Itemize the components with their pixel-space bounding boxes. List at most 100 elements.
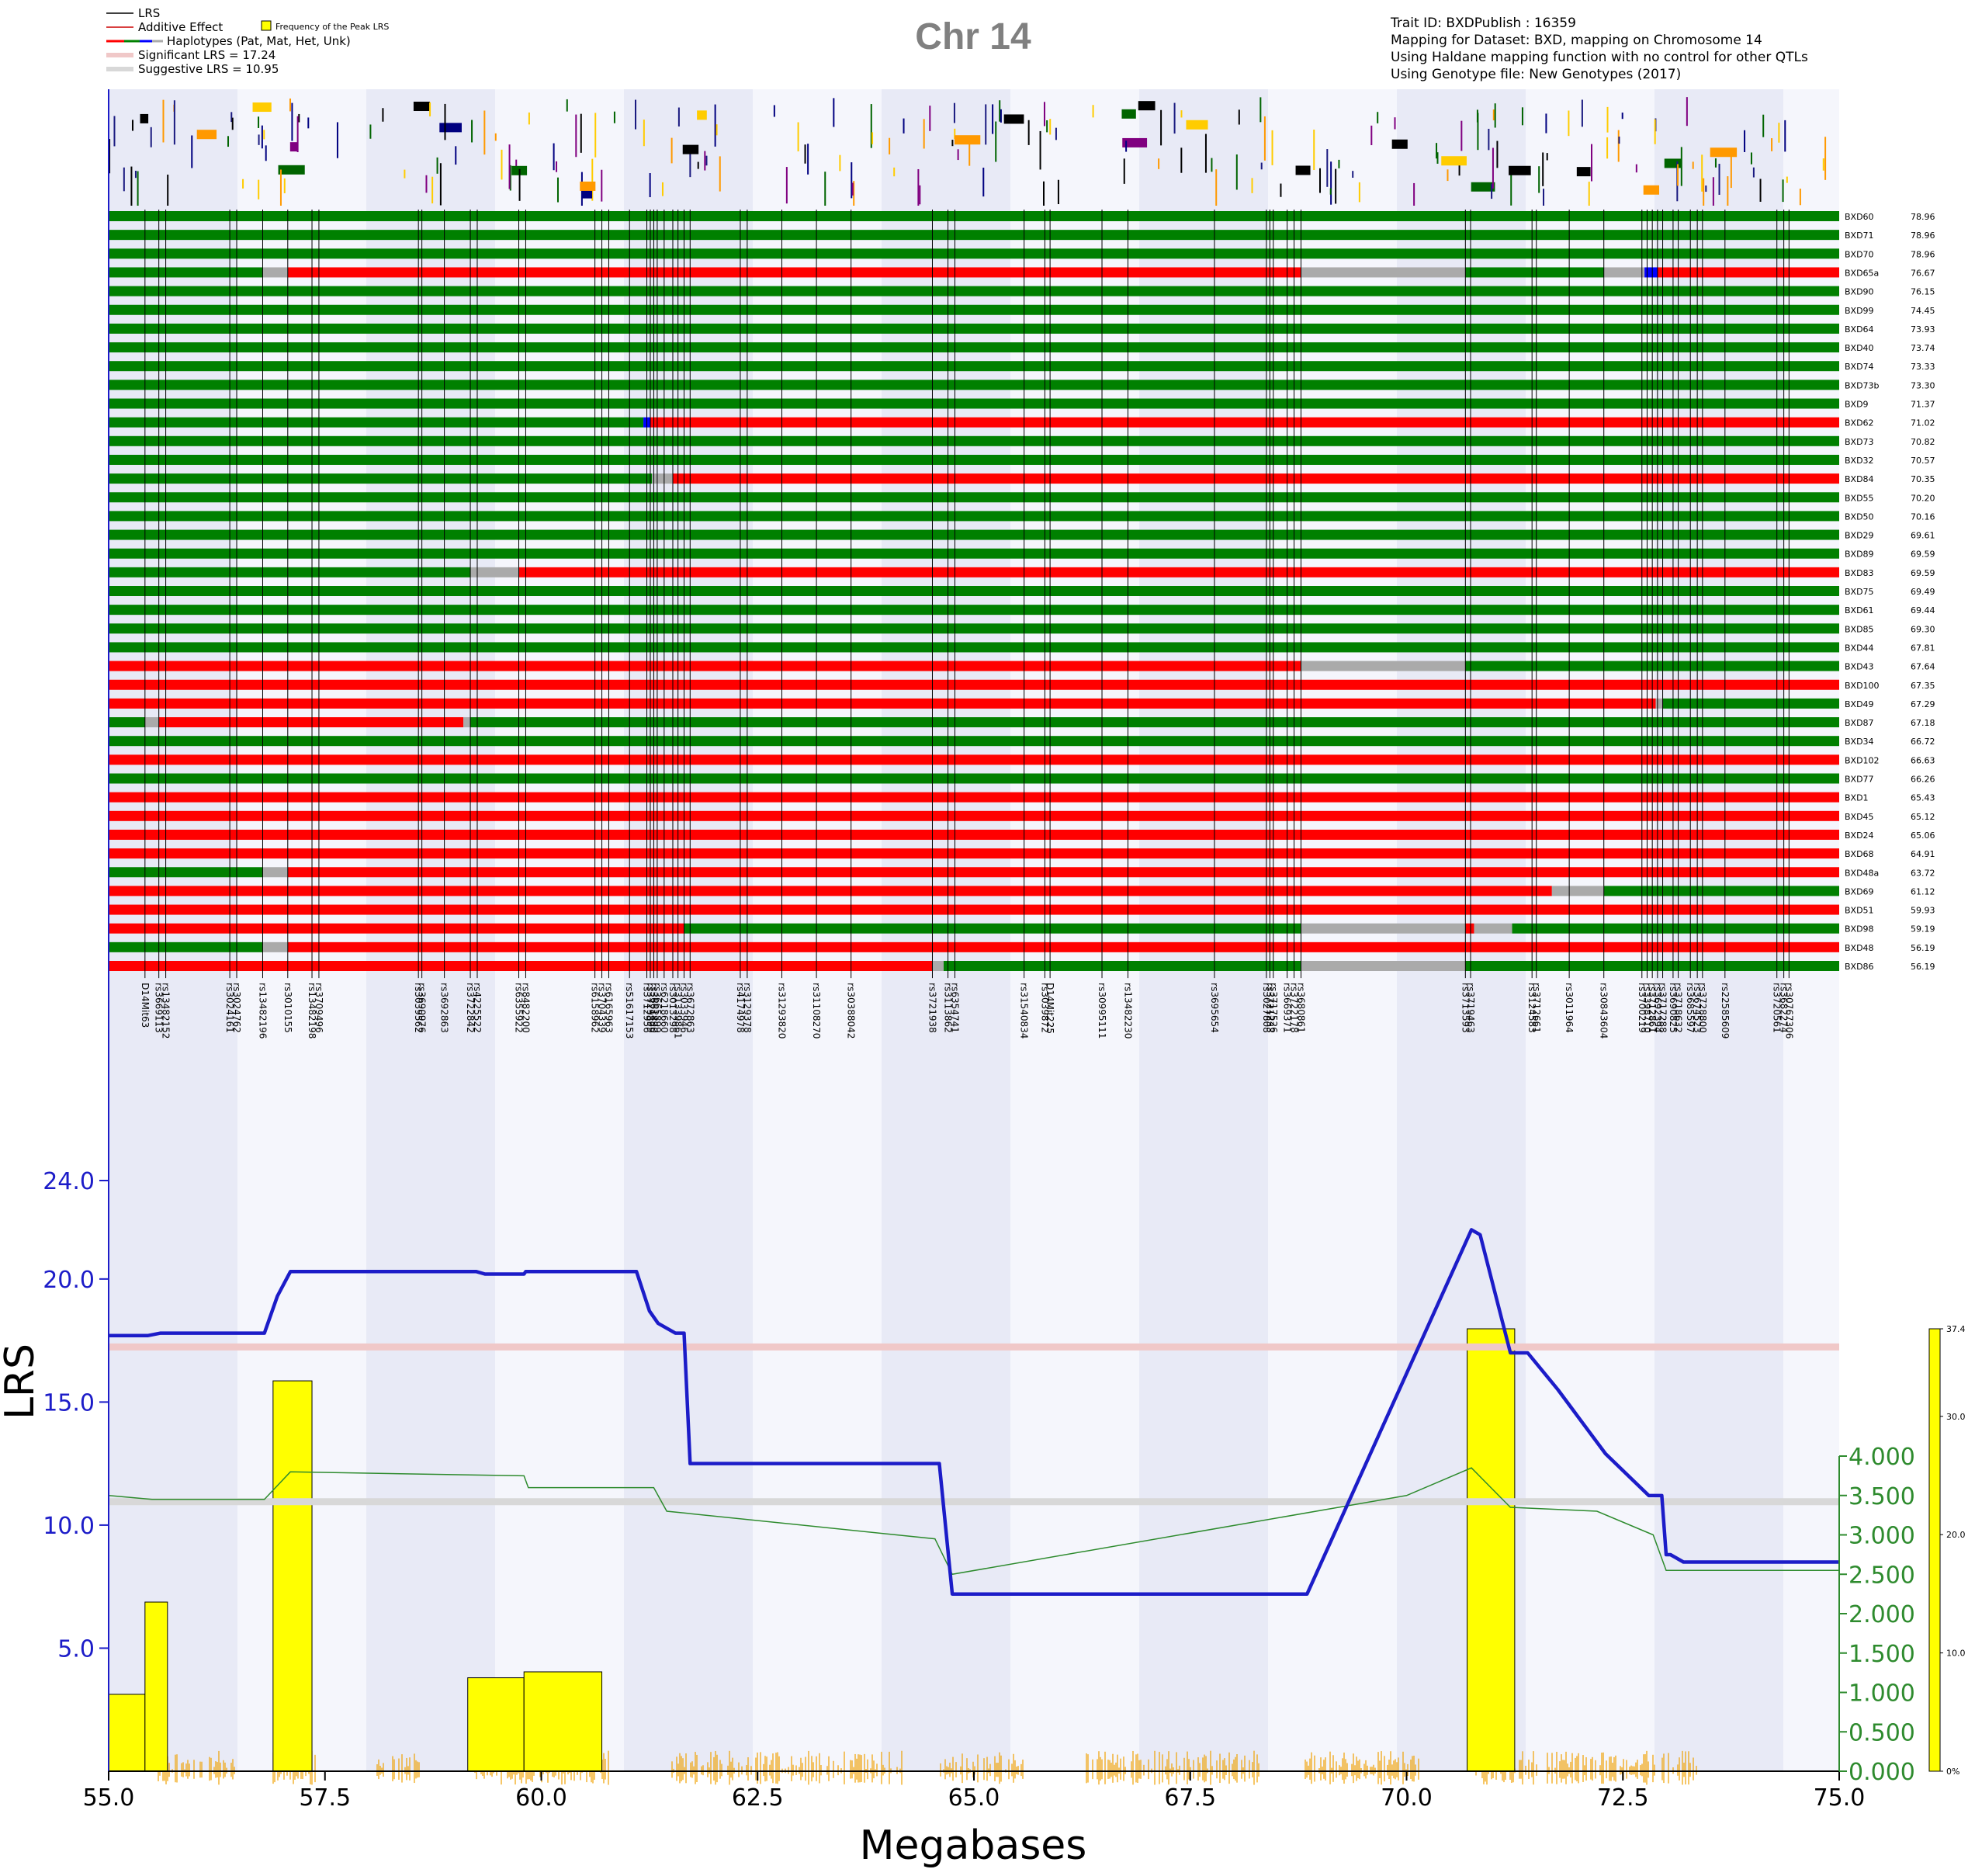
y-tick-label: 15.0 bbox=[43, 1389, 95, 1417]
y-tick-label: 10.0 bbox=[43, 1513, 95, 1540]
frequency-tick-label: 37.4 bbox=[1946, 1324, 1966, 1334]
haplotype-segment bbox=[109, 248, 1839, 259]
frequency-tick-label: 30.0 bbox=[1946, 1412, 1966, 1422]
strain-value: 61.12 bbox=[1911, 886, 1935, 896]
strain-name: BXD9 bbox=[1845, 400, 1869, 410]
haplotype-segment bbox=[109, 829, 1839, 840]
gene-mark bbox=[580, 113, 582, 153]
additive-tick-label: 1.500 bbox=[1849, 1641, 1915, 1668]
gene-mark bbox=[1568, 110, 1570, 137]
gene-mark bbox=[1677, 164, 1679, 186]
strain-name: BXD74 bbox=[1845, 362, 1874, 372]
gene-mark bbox=[594, 113, 597, 158]
strain-name: BXD69 bbox=[1845, 886, 1874, 896]
gene-mark bbox=[1370, 125, 1373, 146]
haplotype-segment bbox=[287, 267, 1301, 278]
gene-mark bbox=[1822, 158, 1824, 171]
gene-mark bbox=[1235, 154, 1238, 190]
gene-mark bbox=[123, 167, 125, 192]
marker-label: rs22585609 bbox=[1720, 983, 1731, 1039]
strain-value: 66.72 bbox=[1911, 737, 1935, 747]
gene-mark bbox=[1295, 165, 1311, 175]
haplotype-segment bbox=[1551, 886, 1604, 896]
marker-label: rs6165963 bbox=[603, 983, 614, 1033]
haplotype-segment bbox=[1603, 267, 1645, 278]
strain-value: 69.59 bbox=[1911, 550, 1935, 560]
y-tick-label: 24.0 bbox=[43, 1168, 95, 1195]
haplotype-segment bbox=[109, 529, 1839, 540]
legend-frequency-swatch bbox=[261, 20, 272, 31]
strain-name: BXD40 bbox=[1845, 343, 1874, 353]
gene-mark bbox=[278, 165, 305, 175]
gene-mark bbox=[1158, 158, 1160, 169]
strain-name: BXD83 bbox=[1845, 568, 1874, 578]
gene-mark bbox=[929, 106, 931, 131]
strain-value: 59.93 bbox=[1911, 906, 1935, 916]
gene-mark bbox=[982, 168, 985, 197]
gene-mark bbox=[1492, 147, 1494, 189]
gene-mark bbox=[1447, 169, 1449, 182]
gene-mark bbox=[307, 117, 310, 129]
gene-mark bbox=[719, 156, 721, 192]
marker-label: rs3717526 bbox=[1268, 983, 1279, 1033]
marker-label: rs31108270 bbox=[811, 983, 822, 1039]
x-axis-title: Megabases bbox=[860, 1822, 1087, 1869]
marker-label: rs13482230 bbox=[1122, 983, 1133, 1039]
haplotype-segment bbox=[109, 642, 1839, 653]
gene-mark bbox=[917, 168, 920, 206]
gene-mark bbox=[382, 108, 384, 122]
marker-label: rs13482152 bbox=[161, 983, 172, 1039]
marker-label: D14Mit63 bbox=[140, 983, 151, 1028]
strain-name: BXD1 bbox=[1845, 793, 1869, 803]
gene-mark bbox=[1043, 102, 1045, 127]
marker-label: rs3728800 bbox=[1697, 983, 1708, 1033]
haplotype-segment bbox=[109, 848, 1839, 859]
additive-tick-label: 4.000 bbox=[1849, 1444, 1915, 1471]
gene-mark bbox=[1543, 189, 1545, 206]
haplotype-segment bbox=[109, 473, 653, 484]
frequency-bar bbox=[523, 1671, 603, 1772]
haplotype-segment bbox=[109, 511, 1839, 522]
gene-mark bbox=[242, 179, 244, 189]
gene-mark bbox=[1509, 165, 1531, 175]
legend-haplotype-label: Haplotypes (Pat, Mat, Het, Unk) bbox=[167, 34, 351, 48]
gene-mark bbox=[291, 102, 293, 141]
gene-mark bbox=[995, 121, 997, 162]
haplotype-segment bbox=[287, 941, 1840, 952]
gene-mark bbox=[1606, 137, 1609, 159]
gene-mark bbox=[682, 144, 699, 154]
gene-mark bbox=[1352, 171, 1354, 178]
gene-mark bbox=[471, 120, 473, 143]
gene-mark bbox=[1160, 109, 1162, 146]
legend-suggestive-label: Suggestive LRS = 10.95 bbox=[138, 62, 279, 76]
gene-mark bbox=[1542, 152, 1544, 186]
gene-mark bbox=[893, 167, 896, 177]
strain-value: 73.93 bbox=[1911, 324, 1935, 335]
gene-mark bbox=[1759, 179, 1762, 202]
haplotype-segment bbox=[109, 492, 1839, 503]
x-tick-label: 72.5 bbox=[1597, 1784, 1649, 1812]
strain-value: 69.49 bbox=[1911, 587, 1935, 597]
strain-value: 76.67 bbox=[1911, 268, 1935, 278]
strain-value: 69.44 bbox=[1911, 605, 1935, 616]
gene-mark bbox=[580, 181, 596, 191]
marker-label: rs3024762 bbox=[231, 983, 242, 1033]
gene-mark bbox=[1762, 114, 1765, 137]
marker-label: rs51617153 bbox=[624, 983, 635, 1039]
gene-mark bbox=[1138, 101, 1156, 111]
strain-name: BXD75 bbox=[1845, 587, 1874, 597]
gene-mark bbox=[429, 102, 431, 116]
gene-mark bbox=[833, 98, 835, 127]
marker-label: rs30388042 bbox=[846, 983, 857, 1039]
strain-value: 69.30 bbox=[1911, 624, 1935, 634]
gene-mark bbox=[1046, 120, 1048, 133]
haplotype-segment bbox=[1465, 923, 1474, 934]
gene-mark bbox=[425, 175, 428, 193]
haplotype-segment bbox=[109, 754, 1839, 765]
y-tick-label: 5.0 bbox=[57, 1635, 95, 1663]
strain-name: BXD102 bbox=[1845, 755, 1880, 765]
strain-name: BXD65a bbox=[1845, 268, 1879, 278]
strain-value: 66.63 bbox=[1911, 755, 1935, 765]
gene-mark bbox=[871, 132, 874, 144]
marker-label: rs13482196 bbox=[257, 983, 268, 1039]
